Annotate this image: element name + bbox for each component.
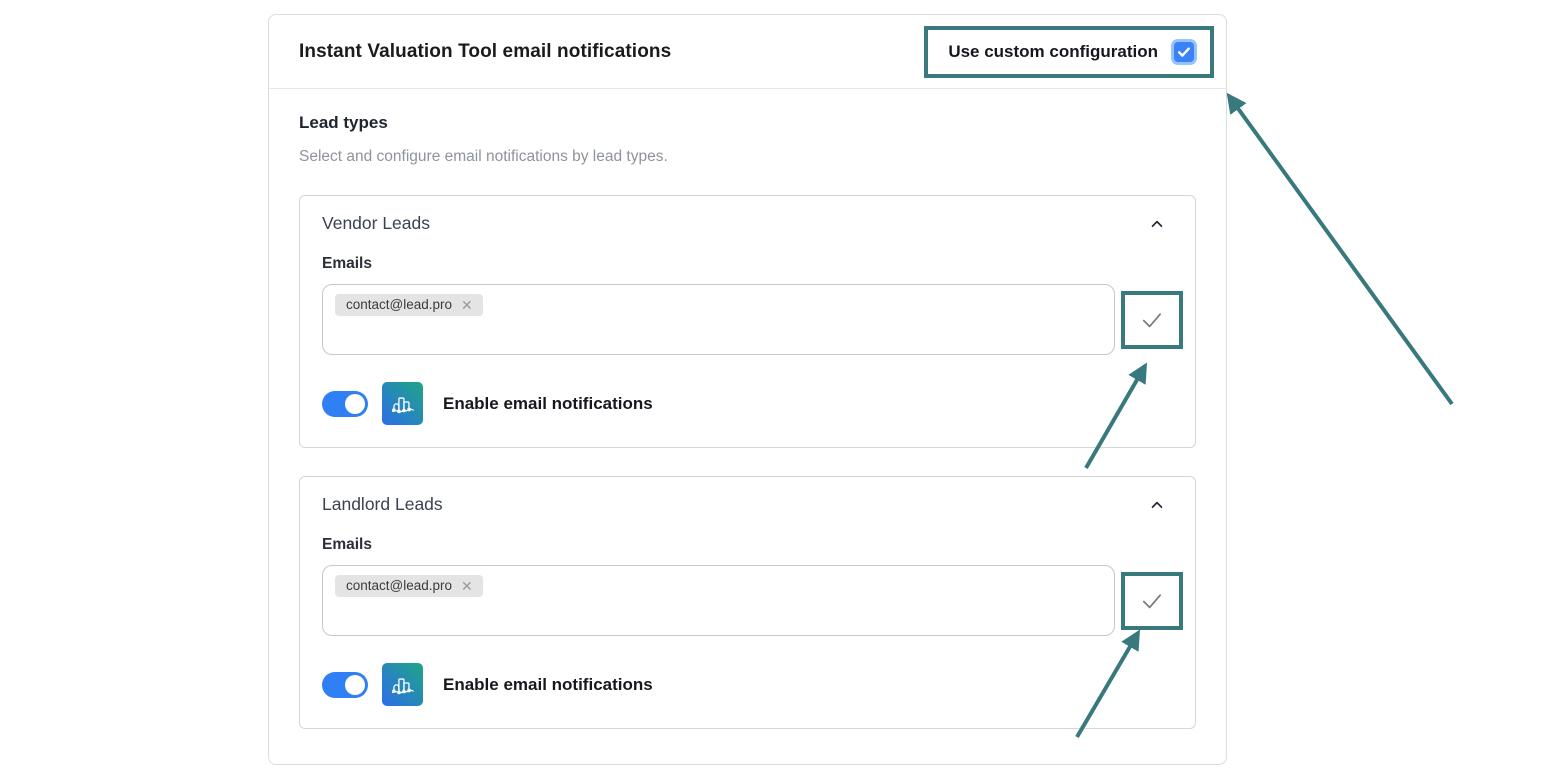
custom-config-checkbox[interactable] bbox=[1171, 39, 1197, 65]
buildings-chart-icon bbox=[382, 382, 423, 425]
enable-notifications-label: Enable email notifications bbox=[443, 394, 653, 414]
checkbox-check-icon bbox=[1176, 44, 1192, 60]
vendor-leads-card: Vendor Leads Emails contact@lead.pro ✕ bbox=[299, 195, 1196, 448]
custom-config-annotation: Use custom configuration bbox=[924, 26, 1214, 78]
confirm-emails-button[interactable] bbox=[1121, 572, 1183, 630]
chevron-up-icon bbox=[1149, 497, 1165, 513]
enable-notifications-toggle[interactable] bbox=[322, 672, 368, 698]
panel-title: Instant Valuation Tool email notificatio… bbox=[299, 41, 671, 63]
custom-config-label: Use custom configuration bbox=[948, 42, 1158, 62]
card-title: Landlord Leads bbox=[322, 494, 443, 515]
remove-email-icon[interactable]: ✕ bbox=[461, 579, 473, 593]
collapse-button[interactable] bbox=[1145, 214, 1169, 234]
email-chip-text: contact@lead.pro bbox=[346, 578, 452, 593]
check-icon bbox=[1138, 306, 1166, 334]
toggle-row: Enable email notifications bbox=[322, 382, 1183, 425]
lead-types-description: Select and configure email notifications… bbox=[299, 148, 1196, 166]
panel-body: Lead types Select and configure email no… bbox=[269, 89, 1226, 729]
emails-row: contact@lead.pro ✕ bbox=[322, 284, 1183, 355]
emails-input[interactable]: contact@lead.pro ✕ bbox=[322, 565, 1115, 636]
toggle-knob bbox=[345, 675, 365, 695]
toggle-knob bbox=[345, 394, 365, 414]
settings-panel: Instant Valuation Tool email notificatio… bbox=[268, 14, 1227, 765]
email-chip: contact@lead.pro ✕ bbox=[335, 294, 483, 316]
card-head: Vendor Leads bbox=[322, 213, 1183, 234]
enable-notifications-label: Enable email notifications bbox=[443, 675, 653, 695]
emails-row: contact@lead.pro ✕ bbox=[322, 565, 1183, 636]
emails-label: Emails bbox=[322, 255, 1183, 273]
annotation-arrow-custom-config bbox=[1229, 96, 1452, 404]
emails-input[interactable]: contact@lead.pro ✕ bbox=[322, 284, 1115, 355]
confirm-emails-button[interactable] bbox=[1121, 291, 1183, 349]
landlord-leads-card: Landlord Leads Emails contact@lead.pro ✕ bbox=[299, 476, 1196, 729]
card-head: Landlord Leads bbox=[322, 494, 1183, 515]
chevron-up-icon bbox=[1149, 216, 1165, 232]
email-chip: contact@lead.pro ✕ bbox=[335, 575, 483, 597]
check-icon bbox=[1138, 587, 1166, 615]
page: Instant Valuation Tool email notificatio… bbox=[0, 0, 1547, 783]
remove-email-icon[interactable]: ✕ bbox=[461, 298, 473, 312]
card-title: Vendor Leads bbox=[322, 213, 430, 234]
enable-notifications-toggle[interactable] bbox=[322, 391, 368, 417]
emails-label: Emails bbox=[322, 536, 1183, 554]
buildings-chart-icon bbox=[382, 663, 423, 706]
email-chip-text: contact@lead.pro bbox=[346, 297, 452, 312]
collapse-button[interactable] bbox=[1145, 495, 1169, 515]
lead-types-heading: Lead types bbox=[299, 113, 1196, 133]
toggle-row: Enable email notifications bbox=[322, 663, 1183, 706]
panel-header: Instant Valuation Tool email notificatio… bbox=[269, 15, 1226, 89]
